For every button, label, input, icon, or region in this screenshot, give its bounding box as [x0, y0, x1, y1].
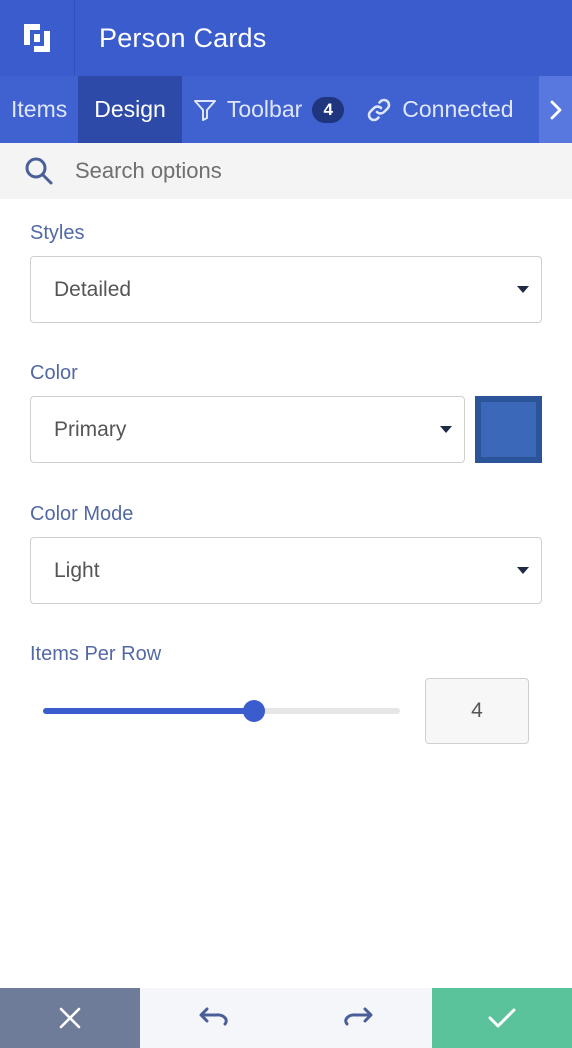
tab-connected[interactable]: Connected: [355, 76, 524, 143]
tab-bar: Items Design Toolbar 4 Connected: [0, 76, 572, 143]
redo-button[interactable]: [286, 988, 432, 1048]
slider-fill: [43, 708, 254, 714]
search-input[interactable]: [75, 158, 525, 184]
tabs-scroll-right-button[interactable]: [539, 76, 572, 143]
chevron-down-icon: [440, 426, 452, 433]
check-icon: [488, 1008, 516, 1028]
cancel-button[interactable]: [0, 988, 140, 1048]
color-swatch-button[interactable]: [475, 396, 542, 463]
chevron-right-icon: [550, 100, 561, 119]
color-swatch-preview: [481, 402, 536, 457]
color-select[interactable]: Primary: [30, 396, 465, 463]
tab-connected-label: Connected: [402, 96, 514, 122]
color-label: Color: [30, 362, 78, 384]
items-per-row-input[interactable]: 4: [425, 678, 529, 744]
slider-thumb[interactable]: [242, 700, 265, 722]
app-header: Person Cards: [0, 0, 572, 76]
items-per-row-slider[interactable]: [43, 698, 400, 724]
tab-items[interactable]: Items: [0, 76, 78, 143]
link-icon: [366, 98, 392, 122]
filter-icon: [193, 98, 217, 122]
toolbar-count-badge: 4: [312, 96, 345, 123]
styles-select-value: Detailed: [54, 277, 132, 301]
close-icon: [59, 1007, 81, 1029]
search-bar: [0, 143, 572, 199]
undo-button[interactable]: [140, 988, 286, 1048]
tab-toolbar-label: Toolbar: [226, 96, 303, 122]
app-logo-icon[interactable]: [0, 0, 75, 76]
styles-select[interactable]: Detailed: [30, 256, 542, 323]
color-mode-select[interactable]: Light: [30, 537, 542, 604]
tab-toolbar[interactable]: Toolbar 4: [182, 76, 355, 143]
redo-icon: [344, 1007, 373, 1026]
action-bar: [0, 988, 572, 1048]
tab-design[interactable]: Design: [78, 76, 182, 143]
color-mode-label: Color Mode: [30, 503, 134, 525]
page-title: Person Cards: [99, 22, 267, 53]
chevron-down-icon: [517, 567, 529, 574]
items-per-row-label: Items Per Row: [30, 643, 162, 665]
chevron-down-icon: [517, 286, 529, 293]
tab-design-label: Design: [94, 96, 166, 122]
color-select-value: Primary: [54, 417, 127, 441]
tab-items-label: Items: [11, 96, 68, 122]
undo-icon: [199, 1007, 228, 1026]
confirm-button[interactable]: [432, 988, 572, 1048]
styles-label: Styles: [30, 222, 85, 244]
color-mode-select-value: Light: [54, 558, 100, 582]
search-icon: [24, 156, 54, 186]
